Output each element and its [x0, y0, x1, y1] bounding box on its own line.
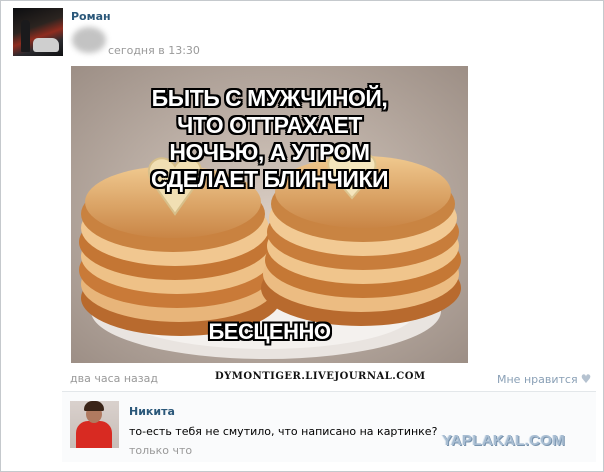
like-button[interactable]: Мне нравится ♥ — [497, 372, 591, 386]
post-footer-time[interactable]: два часа назад — [70, 372, 158, 385]
comment-author-name[interactable]: Никита — [129, 405, 175, 418]
author-avatar[interactable] — [13, 8, 63, 56]
post-image[interactable]: БЫТЬ С МУЖЧИНОЙ, ЧТО ОТТРАХАЕТ НОЧЬЮ, А … — [71, 66, 468, 363]
comment-timestamp[interactable]: только что — [129, 444, 192, 457]
avatar-hair-shape — [84, 401, 104, 411]
meme-caption-top: БЫТЬ С МУЖЧИНОЙ, ЧТО ОТТРАХАЕТ НОЧЬЮ, А … — [150, 85, 389, 192]
avatar-body-shape — [76, 421, 112, 448]
avatar-person-figure — [21, 20, 30, 52]
post-author-name[interactable]: Роман — [71, 10, 111, 23]
avatar-car-figure — [33, 38, 59, 52]
comment-text: то-есть тебя не смутило, что написано на… — [129, 425, 438, 438]
post-timestamp[interactable]: сегодня в 13:30 — [108, 44, 200, 57]
commenter-avatar[interactable] — [70, 401, 119, 448]
yaplakal-watermark: YAPLAKAL.COM — [442, 432, 566, 449]
blurred-mention — [72, 27, 106, 53]
heart-icon: ♥ — [580, 372, 592, 386]
meme-caption-bottom: БЕСЦЕННО — [208, 319, 331, 344]
like-label: Мне нравится — [497, 373, 578, 386]
livejournal-watermark: DYMONTIGER.LIVEJOURNAL.COM — [215, 371, 426, 382]
